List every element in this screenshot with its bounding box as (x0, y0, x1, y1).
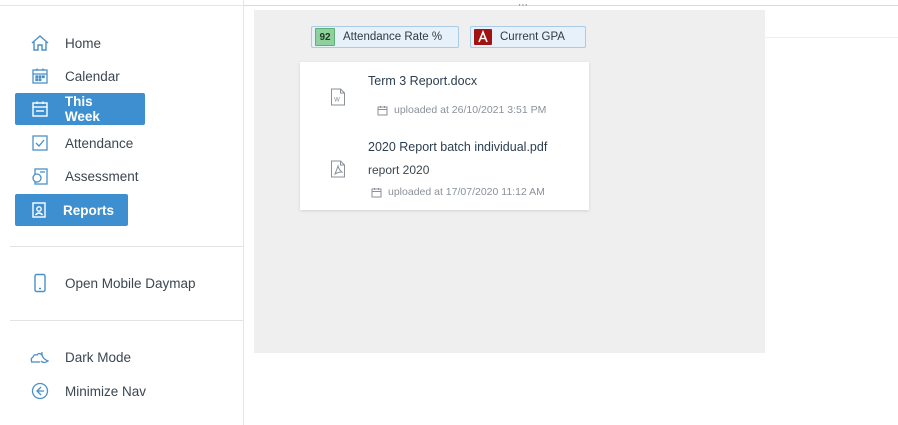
assessment-icon (29, 165, 51, 187)
report-files-card: W Term 3 Report.docx uploaded at 26/10/2… (300, 62, 589, 210)
attendance-icon (29, 132, 51, 154)
file-description: report 2020 (368, 163, 430, 177)
reports-panel: 92 Attendance Rate % Current GPA W Term … (254, 10, 765, 353)
minimize-nav-button[interactable]: Minimize Nav (15, 375, 160, 407)
sidebar: Home Calendar This Week Attendance Asses… (0, 0, 244, 425)
open-mobile-daymap-button[interactable]: Open Mobile Daymap (15, 267, 210, 299)
sidebar-item-label: Calendar (65, 68, 120, 84)
arrow-left-circle-icon (29, 380, 51, 402)
sidebar-item-calendar[interactable]: Calendar (15, 60, 134, 92)
sidebar-item-label: Attendance (65, 135, 134, 151)
sidebar-item-this-week[interactable]: This Week (15, 93, 145, 125)
cloud-moon-icon (29, 346, 51, 368)
calendar-icon (377, 105, 388, 115)
header-divider (244, 5, 898, 6)
week-icon (29, 98, 51, 120)
file-title-link[interactable]: Term 3 Report.docx (368, 74, 477, 88)
chip-label: Attendance Rate % (343, 31, 443, 43)
grade-a-icon (478, 30, 488, 43)
sidebar-item-label: Minimize Nav (65, 383, 147, 399)
sidebar-item-home[interactable]: Home (15, 27, 115, 59)
word-file-icon: W (330, 88, 346, 106)
sidebar-top-divider (0, 5, 243, 6)
gpa-badge (474, 29, 492, 45)
file-title-link[interactable]: 2020 Report batch individual.pdf (368, 140, 547, 154)
mobile-icon (29, 272, 51, 294)
file-upload-meta: uploaded at 17/07/2020 11:12 AM (371, 186, 545, 198)
sidebar-item-label: Dark Mode (65, 349, 132, 365)
attendance-rate-badge: 92 (315, 28, 335, 46)
sidebar-item-label: This Week (64, 94, 100, 124)
dark-mode-toggle[interactable]: Dark Mode (15, 341, 145, 373)
pdf-file-icon (330, 160, 346, 178)
svg-text:W: W (334, 97, 340, 104)
sidebar-item-label: Open Mobile Daymap (65, 275, 196, 291)
sidebar-divider (10, 320, 243, 321)
chip-label: Current GPA (500, 31, 565, 43)
header-underline (765, 37, 898, 38)
sidebar-item-assessment[interactable]: Assessment (15, 160, 153, 192)
calendar-icon (29, 65, 51, 87)
sidebar-item-reports[interactable]: Reports (15, 194, 128, 226)
sidebar-item-label: Assessment (65, 168, 139, 184)
upload-timestamp: uploaded at 17/07/2020 11:12 AM (388, 186, 545, 198)
upload-timestamp: uploaded at 26/10/2021 3:51 PM (394, 104, 547, 116)
current-gpa-chip[interactable]: Current GPA (470, 26, 586, 48)
sidebar-divider (10, 246, 243, 247)
sidebar-item-label: Home (65, 35, 102, 51)
file-upload-meta: uploaded at 26/10/2021 3:51 PM (377, 104, 546, 116)
reports-icon (29, 199, 49, 221)
sidebar-item-attendance[interactable]: Attendance (15, 127, 147, 159)
home-icon (29, 32, 51, 54)
attendance-rate-chip[interactable]: 92 Attendance Rate % (311, 26, 459, 48)
calendar-icon (371, 187, 382, 197)
sidebar-item-label: Reports (62, 202, 114, 218)
